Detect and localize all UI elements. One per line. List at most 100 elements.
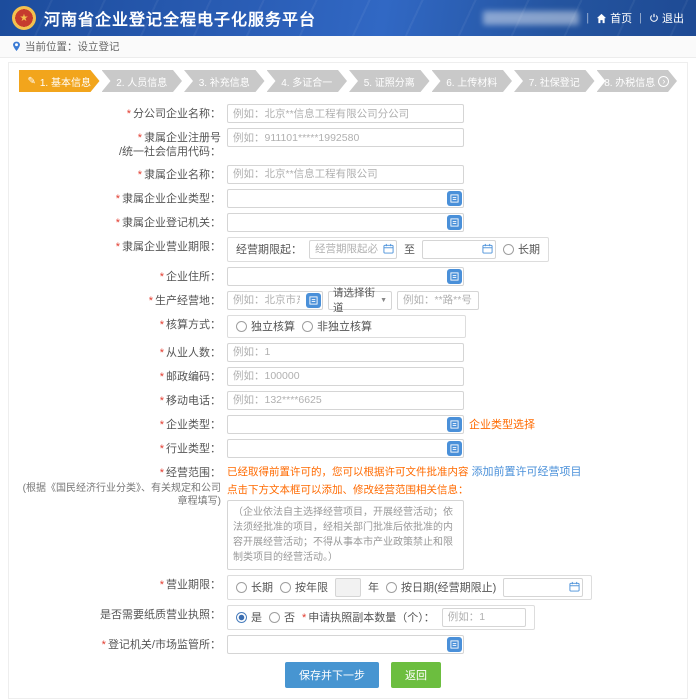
row-paper-license: 是否需要纸质营业执照： 是 否 *申请执照副本数量（个）：	[17, 605, 679, 630]
field-label: 行业类型：	[166, 443, 221, 455]
parent-name-input[interactable]	[227, 165, 464, 184]
required-mark: *	[302, 612, 306, 624]
field-label: 隶属企业注册号	[144, 132, 221, 144]
tab-social-security[interactable]: 7. 社保登记	[514, 70, 595, 92]
parent-authority-input[interactable]	[227, 213, 464, 232]
required-mark: *	[160, 347, 164, 359]
field-label: 移动电话：	[166, 395, 221, 407]
paper-no-radio[interactable]: 否	[269, 609, 295, 625]
term-long-radio[interactable]: 长期	[236, 579, 273, 595]
add-licensed-scope-link[interactable]: 添加前置许可经营项目	[472, 466, 582, 478]
more-steps-icon[interactable]: ›	[658, 76, 669, 87]
row-business-term: *营业期限： 长期 按年限 年 按日期(经营期限止)	[17, 575, 679, 600]
app-header: ★ 河南省企业登记全程电子化服务平台 | 首页 | 退出	[0, 0, 696, 36]
back-button[interactable]: 返回	[391, 662, 441, 688]
breadcrumb: 当前位置：设立登记	[0, 36, 696, 58]
calendar-icon[interactable]	[482, 243, 493, 254]
field-label: 生产经营地：	[155, 295, 221, 307]
tab-multi-cert[interactable]: 4. 多证合一	[267, 70, 348, 92]
picker-icon[interactable]	[306, 293, 321, 308]
form-actions: 保存并下一步 返回	[47, 662, 679, 688]
row-accounting: *核算方式： 独立核算 非独立核算	[17, 315, 679, 338]
row-postal-code: *邮政编码：	[17, 367, 679, 386]
field-label: 分公司企业名称：	[133, 108, 221, 120]
radio-icon	[236, 321, 247, 332]
radio-icon	[236, 582, 247, 593]
business-scope-textarea[interactable]: （企业依法自主选择经营项目，开展经营活动；依法须经批准的项目，经相关部门批准后依…	[227, 500, 464, 570]
tab-label: 7. 社保登记	[529, 74, 580, 89]
logout-label: 退出	[662, 10, 684, 26]
main-content: ✎ 1. 基本信息 2. 人员信息 3. 补充信息 4. 多证合一 5. 证照分…	[8, 62, 688, 699]
tab-label: 3. 补充信息	[199, 74, 250, 89]
picker-icon[interactable]	[447, 191, 462, 206]
address-input[interactable]	[227, 267, 464, 286]
registration-authority-input[interactable]	[227, 635, 464, 654]
tab-cert-separation[interactable]: 5. 证照分离	[349, 70, 430, 92]
paper-yes-radio[interactable]: 是	[236, 609, 262, 625]
row-registration-authority: *登记机关/市场监管所：	[17, 635, 679, 654]
tab-label: 1. 基本信息	[40, 74, 91, 89]
scope-notice-1: 已经取得前置许可的，您可以根据许可文件批准内容	[227, 466, 469, 478]
copies-input[interactable]	[442, 608, 526, 627]
enterprise-type-input[interactable]	[227, 415, 464, 434]
detail-address-input[interactable]	[397, 291, 479, 310]
logout-link[interactable]: 退出	[649, 10, 684, 26]
calendar-icon[interactable]	[569, 581, 580, 592]
picker-icon[interactable]	[447, 637, 462, 652]
term-years-radio[interactable]: 按年限	[280, 579, 328, 595]
row-parent-term: *隶属企业营业期限： 经营期限起： 至 长期	[17, 237, 679, 262]
radio-label: 非独立核算	[317, 318, 372, 334]
parent-credit-code-input[interactable]	[227, 128, 464, 147]
accounting-independent-radio[interactable]: 独立核算	[236, 318, 295, 334]
term-years-input[interactable]	[335, 578, 361, 597]
picker-icon[interactable]	[447, 441, 462, 456]
employees-input[interactable]	[227, 343, 464, 362]
term-start-label: 经营期限起：	[236, 241, 302, 257]
branch-name-input[interactable]	[227, 104, 464, 123]
parent-type-input[interactable]	[227, 189, 464, 208]
picker-icon[interactable]	[447, 215, 462, 230]
street-select[interactable]: 请选择街道 ▼	[328, 291, 392, 310]
parent-term-long-radio[interactable]: 长期	[503, 241, 540, 257]
enterprise-type-link[interactable]: 企业类型选择	[469, 416, 535, 432]
industry-type-input[interactable]	[227, 439, 464, 458]
radio-icon	[503, 244, 514, 255]
accounting-dependent-radio[interactable]: 非独立核算	[302, 318, 372, 334]
term-date-radio[interactable]: 按日期(经营期限止)	[386, 579, 496, 595]
header-separator: |	[639, 12, 642, 24]
tab-basic-info[interactable]: ✎ 1. 基本信息	[19, 70, 100, 92]
paper-license-box: 是 否 *申请执照副本数量（个）：	[227, 605, 535, 630]
tab-label: 5. 证照分离	[364, 74, 415, 89]
picker-icon[interactable]	[447, 417, 462, 432]
home-link[interactable]: 首页	[596, 10, 632, 26]
required-mark: *	[127, 108, 131, 120]
row-mobile: *移动电话：	[17, 391, 679, 410]
tab-supplementary-info[interactable]: 3. 补充信息	[184, 70, 265, 92]
row-enterprise-type: *企业类型： 企业类型选择	[17, 415, 679, 434]
business-term-box: 长期 按年限 年 按日期(经营期限止)	[227, 575, 592, 600]
radio-checked-icon	[236, 612, 247, 623]
mobile-input[interactable]	[227, 391, 464, 410]
field-label: 营业期限：	[166, 579, 221, 591]
radio-label: 按日期(经营期限止)	[401, 579, 496, 595]
tab-personnel-info[interactable]: 2. 人员信息	[102, 70, 183, 92]
radio-label: 长期	[518, 241, 540, 257]
row-employees: *从业人数：	[17, 343, 679, 362]
row-address: *企业住所：	[17, 267, 679, 286]
tab-upload-materials[interactable]: 6. 上传材料	[432, 70, 513, 92]
required-mark: *	[116, 193, 120, 205]
postal-code-input[interactable]	[227, 367, 464, 386]
row-parent-authority: *隶属企业登记机关：	[17, 213, 679, 232]
required-mark: *	[160, 271, 164, 283]
national-emblem-icon: ★	[12, 6, 36, 30]
field-label: 企业类型：	[166, 419, 221, 431]
required-mark: *	[160, 395, 164, 407]
radio-icon	[280, 582, 291, 593]
radio-label: 否	[284, 609, 295, 625]
picker-icon[interactable]	[447, 269, 462, 284]
save-next-button[interactable]: 保存并下一步	[285, 662, 379, 688]
required-mark: *	[149, 295, 153, 307]
calendar-icon[interactable]	[383, 243, 394, 254]
tab-tax-info[interactable]: 8. 办税信息 ›	[597, 70, 678, 92]
parent-term-box: 经营期限起： 至 长期	[227, 237, 549, 262]
